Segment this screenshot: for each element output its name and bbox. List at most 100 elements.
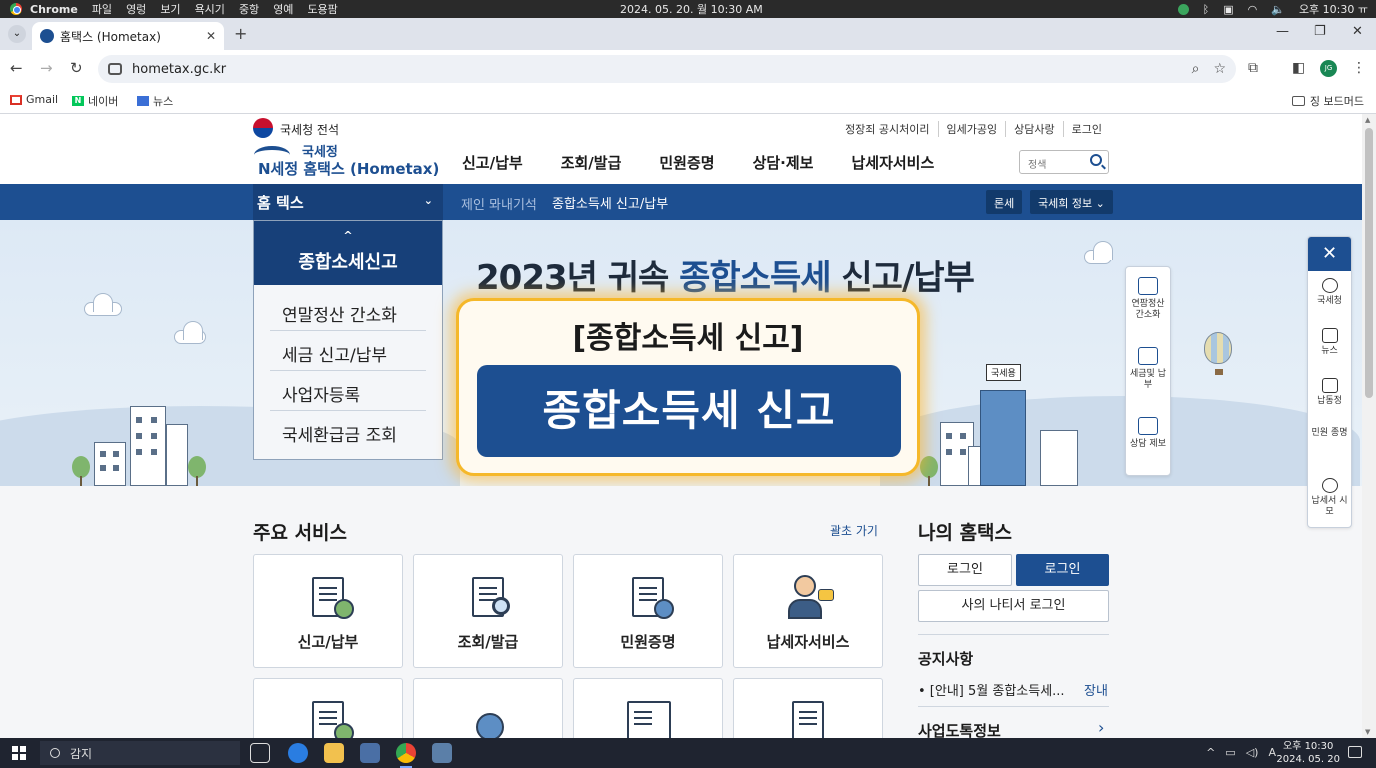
new-tab-button[interactable]: + <box>234 24 247 43</box>
home-dropdown[interactable]: 홈 텍스 ⌄ <box>253 184 443 220</box>
tab-close-icon[interactable]: ✕ <box>206 29 216 43</box>
os-menu-item[interactable]: 보기 <box>160 1 180 17</box>
edge-icon[interactable] <box>288 743 308 763</box>
util-link-login[interactable]: 로그인 <box>1062 121 1110 137</box>
close-window-button[interactable]: ✕ <box>1352 24 1363 39</box>
agency-name[interactable]: 국세청 전석 <box>280 121 339 138</box>
store-icon[interactable] <box>360 743 380 763</box>
status-dot-icon[interactable] <box>1177 3 1189 15</box>
side-menu-item[interactable]: 연말정산 간소화 <box>270 291 426 331</box>
calculator-icon[interactable] <box>432 743 452 763</box>
scroll-thumb[interactable] <box>1365 128 1373 398</box>
page-scrollbar[interactable]: ▲ ▼ <box>1362 114 1376 738</box>
app-name[interactable]: Chrome <box>30 3 78 16</box>
util-link[interactable]: 임세가공잉 <box>937 121 1006 137</box>
screen-icon[interactable]: ▣ <box>1223 3 1233 16</box>
service-card-row2[interactable] <box>733 678 883 738</box>
back-button[interactable]: ← <box>10 59 23 77</box>
minimize-button[interactable]: — <box>1276 24 1289 39</box>
scroll-up-icon[interactable]: ▲ <box>1365 116 1370 124</box>
service-card-taxpayer[interactable]: 납세자서비스 <box>733 554 883 668</box>
extensions-icon[interactable]: ⧉ <box>1248 60 1258 76</box>
bookmark-star-icon[interactable]: ☆ <box>1213 61 1226 77</box>
volume-icon[interactable]: 🔈 <box>1271 3 1285 16</box>
service-card-lookup[interactable]: 조회/발급 <box>413 554 563 668</box>
search-icon[interactable] <box>1090 154 1102 166</box>
os-menu-item[interactable]: 파일 <box>92 1 112 17</box>
side-panel-icon[interactable]: ◧ <box>1292 60 1305 76</box>
loc-button-1[interactable]: 론세 <box>986 190 1023 214</box>
login-button-primary[interactable]: 로그인 <box>1016 554 1109 586</box>
tab-search-button[interactable]: ⌄ <box>8 25 26 43</box>
close-icon[interactable]: ✕ <box>1308 237 1351 271</box>
restore-button[interactable]: ❐ <box>1314 24 1326 39</box>
os-menu-item[interactable]: 영렁 <box>126 1 146 17</box>
quick-item[interactable]: 국세청 <box>1308 271 1351 321</box>
breadcrumb-parent[interactable]: 제인 뫄내기석 <box>461 194 537 213</box>
zoom-icon[interactable]: ⌕ <box>1192 61 1200 77</box>
os-menu-item[interactable]: 중항 <box>239 1 259 17</box>
reload-button[interactable]: ↻ <box>70 59 83 77</box>
business-info-title[interactable]: 사업도톡정보 <box>918 720 1001 738</box>
side-menu-item[interactable]: 사업자등록 <box>270 371 426 411</box>
notification-icon[interactable] <box>1348 746 1362 758</box>
bookmark-naver[interactable]: N 네이버 <box>72 93 118 109</box>
chrome-taskbar-icon[interactable] <box>396 743 416 768</box>
file-explorer-icon[interactable] <box>324 743 344 763</box>
gnb-item-certificate[interactable]: 민원증명 <box>659 152 714 173</box>
gnb-item-consult[interactable]: 상담·제보 <box>753 152 814 173</box>
os-menu-item[interactable]: 도용팜 <box>307 1 337 17</box>
os-menu-item[interactable]: 영예 <box>273 1 293 17</box>
income-tax-report-button[interactable]: 종합소득세 신고 <box>477 365 901 457</box>
scroll-down-icon[interactable]: ▼ <box>1365 728 1370 736</box>
bookmark-gmail[interactable]: Gmail <box>10 93 58 106</box>
quick-item[interactable]: 납동정 <box>1308 371 1351 421</box>
login-button[interactable]: 로그인 <box>918 554 1012 586</box>
bluetooth-icon[interactable]: ᛒ <box>1203 3 1210 16</box>
breadcrumb-current[interactable]: 종합소득세 신고/납부 <box>552 193 668 212</box>
notice-item[interactable]: • [안내] 5월 종합소득세... <box>918 680 1065 699</box>
side-menu-item[interactable]: 세금 신고/납부 <box>270 331 426 371</box>
all-bookmarks-folder[interactable]: 징 보드머드 <box>1291 93 1364 109</box>
windows-start-icon[interactable] <box>12 746 26 760</box>
chevron-right-icon[interactable]: › <box>1098 718 1104 737</box>
shortcut-link[interactable]: 괄초 가기 <box>830 522 878 539</box>
site-search-input[interactable]: 정색 <box>1019 150 1109 174</box>
service-card-certificate[interactable]: 민원증명 <box>573 554 723 668</box>
gnb-item-lookup[interactable]: 조회/발급 <box>561 152 622 173</box>
util-link[interactable]: 상담사랑 <box>1005 121 1062 137</box>
quick-item[interactable]: 연팜정산 간소화 <box>1126 267 1170 337</box>
gnb-item-taxpayer[interactable]: 납세자서비스 <box>851 152 934 173</box>
url-text[interactable]: hometax.gc.kr <box>132 62 226 77</box>
util-link[interactable]: 정장죄 공시처이리 <box>837 121 937 137</box>
gnb-item-report[interactable]: 신고/납부 <box>462 152 523 173</box>
loc-button-2[interactable]: 국세희 정보 ⌄ <box>1030 190 1113 214</box>
chrome-menu-icon[interactable]: ⋮ <box>1352 60 1366 76</box>
browser-tab[interactable]: 홈택스 (Hometax) ✕ <box>32 22 224 50</box>
quick-item[interactable]: 납세서 시모 <box>1308 471 1351 521</box>
quick-item[interactable]: 뉴스 <box>1308 321 1351 371</box>
service-card-row2[interactable] <box>573 678 723 738</box>
taskbar-clock[interactable]: 오후 10:30 2024. 05. 20 <box>1276 740 1340 766</box>
certificate-login-button[interactable]: 사의 나티서 로그인 <box>918 590 1109 622</box>
site-info-icon[interactable] <box>108 63 122 75</box>
taskbar-search[interactable]: 감지 <box>40 741 240 765</box>
address-bar[interactable]: hometax.gc.kr ⌕ ☆ <box>98 55 1236 83</box>
network-icon[interactable]: ▭ <box>1225 746 1235 759</box>
hometax-logo[interactable]: 국세정 N세정 홈택스 (Hometax) <box>254 140 439 180</box>
service-card-report[interactable]: 신고/납부 <box>253 554 403 668</box>
profile-avatar[interactable]: JG <box>1320 60 1337 77</box>
wifi-icon[interactable]: ◠ <box>1248 3 1258 16</box>
service-card-row2[interactable] <box>253 678 403 738</box>
os-menu-item[interactable]: 욕시기 <box>195 1 225 17</box>
task-view-icon[interactable] <box>250 743 270 763</box>
chevron-up-icon[interactable]: ^ <box>1206 746 1215 759</box>
volume-icon[interactable]: ◁) <box>1246 746 1259 759</box>
input-method-icon[interactable]: A <box>1268 746 1276 759</box>
side-menu-heading[interactable]: ^ 종합소세신고 <box>254 221 442 285</box>
notice-more-link[interactable]: 장내 <box>1084 680 1108 699</box>
forward-button[interactable]: → <box>40 59 53 77</box>
bookmark-news[interactable]: 뉴스 <box>137 93 173 109</box>
quick-item[interactable]: 민원 종명 <box>1308 421 1351 471</box>
quick-item[interactable]: 세금및 납부 <box>1126 337 1170 407</box>
